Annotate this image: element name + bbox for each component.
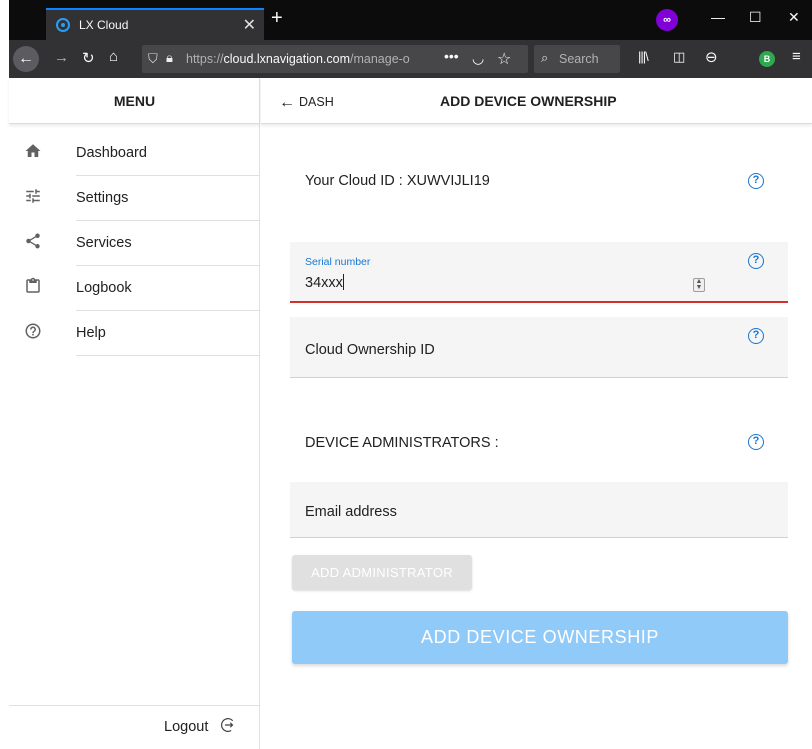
email-address-placeholder: Email address bbox=[305, 504, 397, 520]
clipboard-icon bbox=[22, 277, 44, 299]
page-actions-icon[interactable]: ••• bbox=[444, 48, 459, 64]
number-spinner-icon[interactable]: ▲ ▼ bbox=[693, 278, 705, 292]
browser-window: LX Cloud ✕ + ∞ — ☐ ✕ ← → ↻ ⌂ ⛉ 🔒︎ https:… bbox=[9, 0, 812, 749]
home-browser-icon[interactable]: ⌂ bbox=[109, 48, 118, 65]
hamburger-menu-icon[interactable]: ≡ bbox=[792, 48, 801, 65]
search-icon: ⌕ bbox=[541, 50, 549, 65]
tab-title: LX Cloud bbox=[79, 18, 129, 32]
new-tab-icon[interactable]: + bbox=[271, 7, 283, 30]
administrators-help-icon[interactable]: ? bbox=[748, 434, 764, 450]
serial-number-value: 34xxx bbox=[305, 275, 343, 291]
address-bar[interactable]: ⛉ 🔒︎ https://cloud.lxnavigation.com/mana… bbox=[142, 45, 528, 73]
sidebar-item-label: Logbook bbox=[76, 266, 260, 311]
reload-icon[interactable]: ↻ bbox=[82, 49, 95, 67]
window-close-icon[interactable]: ✕ bbox=[788, 9, 800, 26]
sidebar-item-logbook[interactable]: Logbook bbox=[9, 266, 260, 311]
back-link-label: DASH bbox=[299, 95, 334, 109]
share-icon bbox=[22, 232, 44, 254]
sliders-icon bbox=[22, 187, 44, 209]
top-app-bar: ← DASH ADD DEVICE OWNERSHIP bbox=[261, 78, 812, 124]
sidebar-item-label: Services bbox=[76, 221, 260, 266]
arrow-left-icon: ← bbox=[279, 94, 295, 111]
serial-number-help-icon[interactable]: ? bbox=[748, 253, 764, 269]
serial-number-input[interactable]: 34xxx bbox=[305, 274, 344, 291]
sidebar-item-label: Dashboard bbox=[76, 131, 260, 176]
browser-tab[interactable]: LX Cloud ✕ bbox=[46, 8, 264, 40]
maximize-icon[interactable]: ☐ bbox=[749, 9, 762, 26]
tracking-shield-icon[interactable]: ⛉ bbox=[148, 51, 158, 67]
app-viewport: MENU Dashboard Settings Services Logbook… bbox=[9, 78, 812, 749]
extension-icon[interactable]: B bbox=[759, 51, 775, 67]
library-icon[interactable]: |||\ bbox=[638, 49, 649, 64]
sidebar-toggle-icon[interactable]: ◫ bbox=[673, 49, 685, 65]
pocket-icon[interactable]: ◡ bbox=[472, 50, 484, 67]
email-address-field[interactable]: Email address bbox=[290, 482, 788, 538]
account-icon[interactable]: ⊖ bbox=[705, 48, 718, 66]
url-text[interactable]: https://cloud.lxnavigation.com/manage-o bbox=[186, 52, 434, 66]
navigation-toolbar: ← → ↻ ⌂ ⛉ 🔒︎ https://cloud.lxnavigation.… bbox=[9, 40, 812, 78]
sidebar-item-settings[interactable]: Settings bbox=[9, 176, 260, 221]
add-device-ownership-button[interactable]: ADD DEVICE OWNERSHIP bbox=[292, 611, 788, 664]
help-circle-icon bbox=[22, 322, 44, 344]
serial-number-field[interactable]: Serial number 34xxx ▲ ▼ bbox=[290, 242, 788, 303]
sidebar-title: MENU bbox=[9, 78, 260, 124]
page-title: ADD DEVICE OWNERSHIP bbox=[440, 93, 617, 109]
add-administrator-button[interactable]: ADD ADMINISTRATOR bbox=[292, 555, 472, 590]
close-tab-icon[interactable]: ✕ bbox=[243, 15, 256, 35]
sidebar: MENU Dashboard Settings Services Logbook… bbox=[9, 78, 260, 749]
ownership-help-icon[interactable]: ? bbox=[748, 328, 764, 344]
sidebar-item-label: Help bbox=[76, 311, 260, 356]
lx-cloud-favicon-icon bbox=[56, 18, 70, 32]
text-caret bbox=[342, 274, 344, 290]
device-administrators-heading: DEVICE ADMINISTRATORS : bbox=[305, 435, 499, 451]
forward-arrow-icon[interactable]: → bbox=[54, 49, 69, 66]
logout-icon bbox=[219, 716, 237, 739]
cloud-id-help-icon[interactable]: ? bbox=[748, 173, 764, 189]
logout-button[interactable]: Logout bbox=[9, 705, 260, 749]
cloud-ownership-id-placeholder: Cloud Ownership ID bbox=[305, 342, 435, 358]
sidebar-item-label: Settings bbox=[76, 176, 260, 221]
logout-label: Logout bbox=[164, 719, 209, 735]
window-edge bbox=[0, 0, 9, 749]
minimize-icon[interactable]: — bbox=[711, 9, 725, 25]
search-input[interactable]: ⌕ Search bbox=[534, 45, 620, 73]
sidebar-item-help[interactable]: Help bbox=[9, 311, 260, 356]
home-icon bbox=[22, 142, 44, 164]
search-placeholder: Search bbox=[559, 52, 599, 66]
cloud-id-text: Your Cloud ID : XUWVIJLI19 bbox=[305, 173, 490, 189]
sidebar-item-dashboard[interactable]: Dashboard bbox=[9, 131, 260, 176]
sidebar-item-services[interactable]: Services bbox=[9, 221, 260, 266]
lock-icon[interactable]: 🔒︎ bbox=[166, 50, 173, 66]
tab-bar: LX Cloud ✕ + ∞ — ☐ ✕ bbox=[9, 0, 812, 40]
private-browsing-icon: ∞ bbox=[656, 9, 678, 31]
back-arrow-icon[interactable]: ← bbox=[13, 46, 39, 72]
back-to-dash-link[interactable]: ← DASH bbox=[279, 93, 334, 111]
bookmark-star-icon[interactable]: ☆ bbox=[497, 49, 511, 69]
serial-number-label: Serial number bbox=[305, 256, 371, 268]
cloud-ownership-id-field[interactable]: Cloud Ownership ID bbox=[290, 317, 788, 378]
